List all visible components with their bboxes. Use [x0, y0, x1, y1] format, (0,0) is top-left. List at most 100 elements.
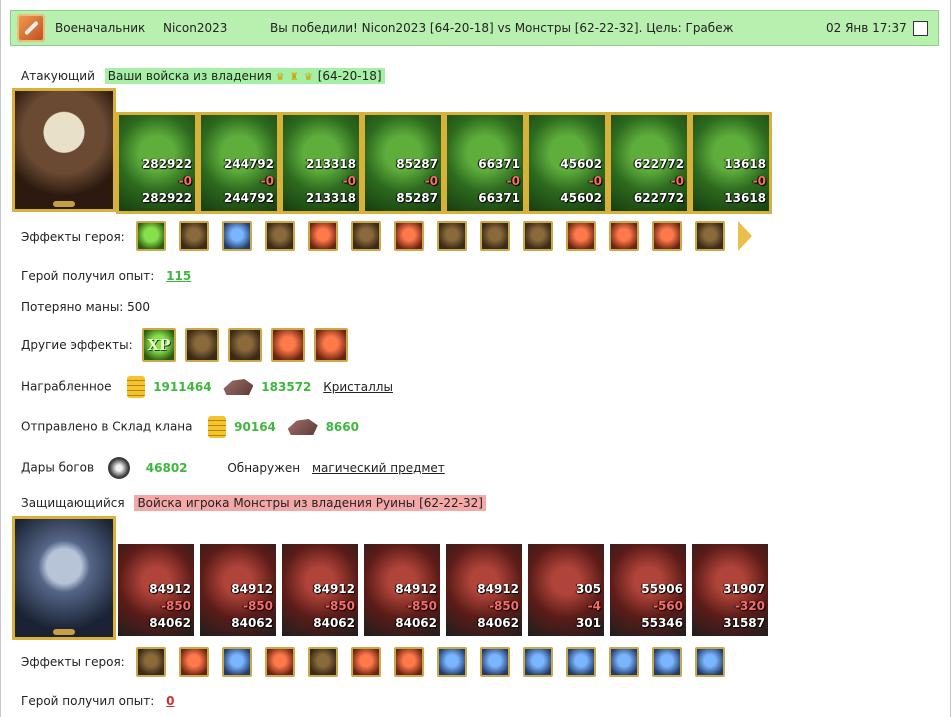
crystals-icon — [287, 419, 318, 435]
effect-icon[interactable] — [179, 647, 209, 677]
clan-row: Отправлено в Склад клана 90164 8660 — [21, 416, 359, 438]
defender-exp-value[interactable]: 0 — [166, 694, 174, 708]
ownership-icons: ♛ ♜ ♛ — [275, 72, 314, 83]
attacker-row: Атакующий Ваши войска из владения ♛ ♜ ♛ … — [21, 68, 385, 84]
loot-row: Награбленное 1911464 183572 Кристаллы — [21, 376, 393, 398]
attacker-unit[interactable]: 85287 -0 85287 — [362, 112, 444, 214]
found-label: Обнаружен — [227, 460, 301, 475]
attacker-exp-row: Герой получил опыт: 115 — [21, 269, 191, 283]
loot-label: Награбленное — [21, 379, 112, 394]
effect-icon[interactable] — [609, 221, 639, 251]
next-arrow-icon[interactable] — [738, 221, 752, 251]
effect-icon[interactable] — [136, 221, 166, 251]
effect-icon[interactable] — [222, 221, 252, 251]
defender-unit[interactable]: 84912 -850 84062 — [364, 544, 440, 636]
attacker-coords: [64-20-18] — [317, 69, 382, 83]
effect-icon[interactable] — [523, 221, 553, 251]
attacker-exp-value[interactable]: 115 — [166, 269, 191, 283]
loot-crystals: 183572 — [261, 379, 312, 394]
attacker-unit[interactable]: 282922 -0 282922 — [116, 112, 198, 214]
effect-icon[interactable] — [351, 647, 381, 677]
effect-icon[interactable] — [394, 647, 424, 677]
defender-units: 84912 -850 84062 84912 -850 84062 84912 -850 8… — [118, 544, 774, 636]
effect-icon[interactable] — [566, 221, 596, 251]
effect-icon[interactable] — [652, 647, 682, 677]
effect-icon[interactable] — [437, 647, 467, 677]
defender-unit[interactable]: 84912 -850 84062 — [282, 544, 358, 636]
defender-label: Защищающийся — [21, 496, 125, 510]
attacker-effects — [136, 221, 752, 251]
gold-icon — [127, 376, 146, 398]
gifts-row: Дары богов 46802 Обнаружен магический пр… — [21, 457, 445, 479]
effect-icon[interactable] — [222, 647, 252, 677]
effect-icon[interactable] — [271, 328, 305, 362]
effect-icon[interactable] — [136, 647, 166, 677]
gifts-label: Дары богов — [21, 460, 95, 475]
other-effects-label: Другие эффекты: — [21, 338, 133, 352]
defender-hero-portrait[interactable] — [12, 516, 116, 640]
attacker-units: 282922 -0 282922 244792 -0 244792 213318 -0 21… — [116, 112, 772, 214]
battle-sword-icon — [17, 14, 45, 42]
other-effects: XP — [142, 328, 357, 362]
defender-effects — [136, 647, 738, 677]
attacker-army-tag: Ваши войска из владения ♛ ♜ ♛ [64-20-18] — [104, 68, 385, 84]
battle-header: Военачальник Nicon2023 Вы победили! Nico… — [10, 10, 939, 46]
effect-icon[interactable] — [437, 221, 467, 251]
effect-icon[interactable] — [652, 221, 682, 251]
effect-icon[interactable] — [228, 328, 262, 362]
effect-icon[interactable] — [480, 647, 510, 677]
effect-icon[interactable] — [351, 221, 381, 251]
gifts-value: 46802 — [145, 460, 188, 475]
attacker-exp-label: Герой получил опыт: — [21, 269, 155, 283]
attacker-unit[interactable]: 213318 -0 213318 — [280, 112, 362, 214]
effect-icon[interactable] — [314, 328, 348, 362]
effect-icon[interactable] — [265, 647, 295, 677]
attacker-hero-portrait[interactable] — [12, 88, 116, 212]
attacker-effects-label: Эффекты героя: — [21, 230, 125, 244]
mana-lost: Потеряно маны: 500 — [21, 300, 151, 314]
battle-result: Вы победили! Nicon2023 [64-20-18] vs Мон… — [270, 21, 734, 35]
effect-icon[interactable] — [308, 647, 338, 677]
effect-icon[interactable] — [308, 221, 338, 251]
effect-icon[interactable] — [523, 647, 553, 677]
effect-icon[interactable] — [695, 221, 725, 251]
defender-unit[interactable]: 31907 -320 31587 — [692, 544, 768, 636]
effect-icon[interactable] — [566, 647, 596, 677]
gift-orb-icon — [107, 457, 130, 479]
attacker-unit[interactable]: 45602 -0 45602 — [526, 112, 608, 214]
crystals-icon — [223, 379, 254, 395]
loot-gold: 1911464 — [153, 379, 212, 394]
defender-effects-label: Эффекты героя: — [21, 655, 125, 669]
defender-exp-label: Герой получил опыт: — [21, 694, 155, 708]
magic-item-link[interactable]: магический предмет — [312, 461, 445, 475]
select-checkbox[interactable] — [913, 21, 928, 36]
defender-unit[interactable]: 84912 -850 84062 — [200, 544, 276, 636]
effect-icon[interactable] — [480, 221, 510, 251]
attacker-unit[interactable]: 622772 -0 622772 — [608, 112, 690, 214]
defender-unit[interactable]: 305 -4 301 — [528, 544, 604, 636]
battle-time: 02 Янв 17:37 — [826, 21, 907, 35]
defender-row: Защищающийся Войска игрока Монстры из вл… — [21, 495, 486, 511]
player-name[interactable]: Nicon2023 — [163, 21, 227, 35]
effect-icon[interactable] — [185, 328, 219, 362]
attacker-unit[interactable]: 244792 -0 244792 — [198, 112, 280, 214]
xp-icon[interactable]: XP — [142, 328, 176, 362]
effect-icon[interactable] — [394, 221, 424, 251]
clan-gold: 90164 — [234, 419, 276, 434]
effect-icon[interactable] — [179, 221, 209, 251]
attacker-unit[interactable]: 13618 -0 13618 — [690, 112, 772, 214]
player-rank: Военачальник — [55, 21, 146, 35]
defender-exp-row: Герой получил опыт: 0 — [21, 694, 175, 708]
effect-icon[interactable] — [609, 647, 639, 677]
effect-icon[interactable] — [265, 221, 295, 251]
clan-crystals: 8660 — [325, 419, 359, 434]
defender-unit[interactable]: 55906 -560 55346 — [610, 544, 686, 636]
attacker-unit[interactable]: 66371 -0 66371 — [444, 112, 526, 214]
clan-label: Отправлено в Склад клана — [21, 419, 193, 434]
attacker-army-text: Ваши войска из владения — [107, 69, 272, 83]
effect-icon[interactable] — [695, 647, 725, 677]
defender-unit[interactable]: 84912 -850 84062 — [118, 544, 194, 636]
crystals-link[interactable]: Кристаллы — [323, 380, 393, 394]
gold-icon — [208, 416, 227, 438]
defender-unit[interactable]: 84912 -850 84062 — [446, 544, 522, 636]
